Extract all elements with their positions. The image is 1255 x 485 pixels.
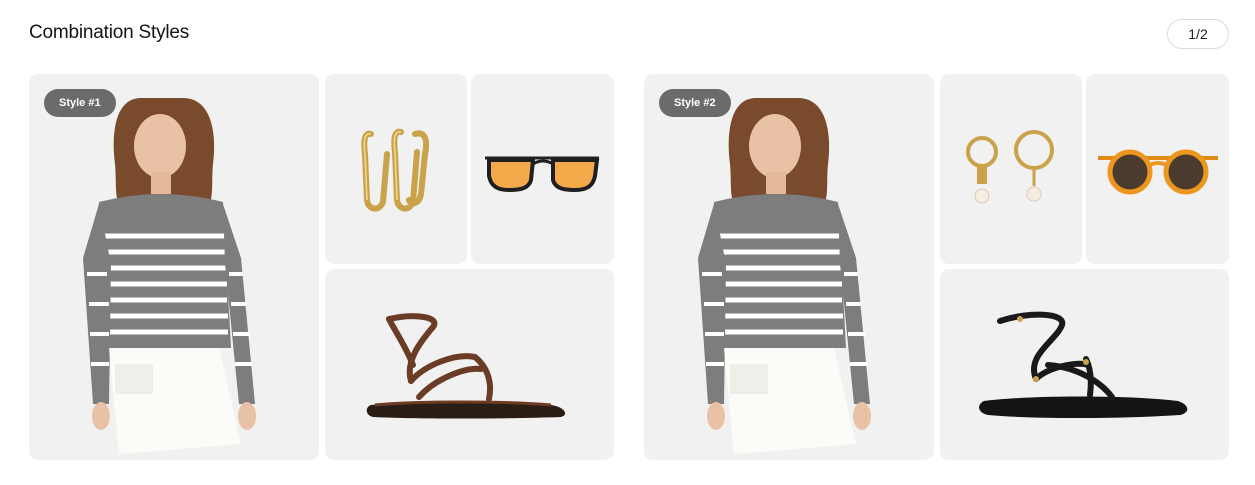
shoes-card[interactable] [940,269,1229,460]
earrings-card[interactable] [940,74,1082,264]
orange-aviator-sunglasses-image [485,156,600,193]
shoes-card[interactable] [325,269,614,460]
sunglasses-card[interactable] [1086,74,1229,264]
style-combination-2: Style #2 [644,74,1229,460]
model-photo [698,98,871,454]
style-badge: Style #2 [659,89,731,117]
gold-hoop-earrings-image [361,128,429,212]
section-title: Combination Styles [29,22,190,43]
black-strappy-sandals-image [979,311,1188,418]
model-image-card[interactable]: Style #2 [644,74,934,460]
model-image-card[interactable]: Style #1 [29,74,319,460]
pagination-indicator[interactable]: 1/2 [1167,19,1229,49]
earrings-card[interactable] [325,74,467,264]
sunglasses-card[interactable] [471,74,614,264]
style-combination-1: Style #1 [29,74,614,460]
model-photo [83,98,256,454]
pearl-drop-earrings-image [966,130,1054,204]
style-badge: Style #1 [44,89,116,117]
tortoise-round-sunglasses-image [1098,149,1218,195]
brown-strappy-sandals-image [366,313,566,419]
